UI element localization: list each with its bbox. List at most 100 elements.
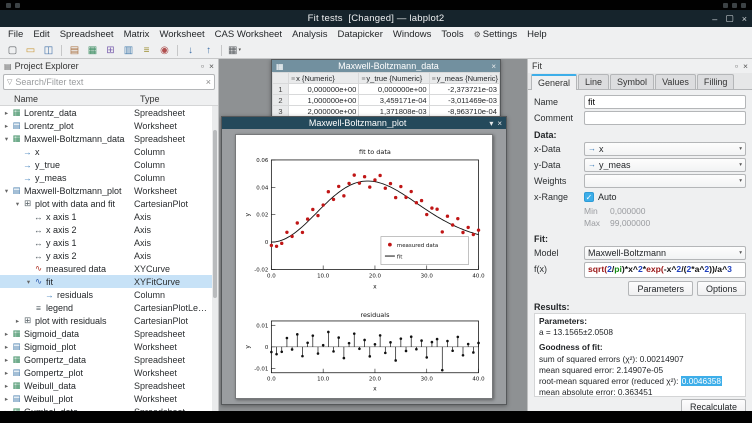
tree-row-lorentz-plot[interactable]: ▸▤Lorentz_plotWorksheet: [0, 119, 218, 132]
tree-row-maxwell-boltzmann-plot[interactable]: ▾▤Maxwell-Boltzmann_plotWorksheet: [0, 184, 218, 197]
menu-help[interactable]: Help: [522, 27, 552, 42]
sheet-cell[interactable]: 2,000000e+00: [289, 106, 359, 117]
new-worksheet-icon[interactable]: ▥: [120, 43, 137, 58]
tree-row-legend[interactable]: ≡legendCartesianPlotLegend: [0, 301, 218, 314]
tree-row-x[interactable]: →xColumn: [0, 145, 218, 158]
collapse-arrow-icon[interactable]: ▾: [2, 135, 11, 143]
sheet-column-header[interactable]: ≡x {Numeric}: [289, 73, 359, 84]
tree-row-weibull-plot[interactable]: ▸▤Weibull_plotWorksheet: [0, 392, 218, 405]
menu-matrix[interactable]: Matrix: [119, 27, 155, 42]
name-input[interactable]: [584, 95, 746, 109]
tree-row-maxwell-boltzmann-data[interactable]: ▾▦Maxwell-Boltzmann_dataSpreadsheet: [0, 132, 218, 145]
sheet-cell[interactable]: -2,373721e-03: [429, 84, 499, 95]
new-spreadsheet-icon[interactable]: ▦: [84, 43, 101, 58]
column-header-name[interactable]: Name: [0, 94, 140, 104]
collapse-arrow-icon[interactable]: ▾: [13, 200, 22, 208]
worksheet-page[interactable]: fit to data-0.0200.020.040.060.010.020.0…: [235, 134, 493, 399]
x-data-combo[interactable]: → x ▾: [584, 142, 746, 156]
expand-arrow-icon[interactable]: ▸: [2, 369, 11, 377]
tree-row-plot-with-residuals[interactable]: ▸⊞plot with residualsCartesianPlot: [0, 314, 218, 327]
tab-values[interactable]: Values: [655, 74, 696, 89]
spreadsheet-window-titlebar[interactable]: ▦ Maxwell-Boltzmann_data ×: [272, 60, 500, 72]
tree-row-residuals[interactable]: →residualsColumn: [0, 288, 218, 301]
export-icon[interactable]: ↑: [200, 43, 217, 58]
menu-edit[interactable]: Edit: [28, 27, 54, 42]
minimize-window-icon[interactable]: –: [712, 14, 717, 24]
menu-settings[interactable]: ⚙Settings: [469, 27, 523, 42]
residuals-plot[interactable]: residuals-0.0100.010.010.020.030.040.0xy: [241, 310, 487, 398]
clear-search-icon[interactable]: ×: [206, 77, 211, 87]
fit-panel-header[interactable]: Fit ▫ ×: [528, 59, 752, 73]
recalculate-button[interactable]: Recalculate: [681, 399, 746, 411]
close-window-icon[interactable]: ×: [497, 119, 502, 128]
expand-arrow-icon[interactable]: ▸: [2, 395, 11, 403]
sheet-cell[interactable]: 1,371808e-03: [359, 106, 429, 117]
sheet-column-header[interactable]: ≡y_meas {Numeric}: [429, 73, 499, 84]
new-datapicker-icon[interactable]: ◉: [156, 43, 173, 58]
new-project-icon[interactable]: ▢: [4, 43, 21, 58]
import-icon[interactable]: ↓: [182, 43, 199, 58]
restore-window-icon[interactable]: ▾: [489, 119, 493, 128]
expand-arrow-icon[interactable]: ▸: [2, 122, 11, 130]
float-panel-icon[interactable]: ▫: [735, 61, 738, 71]
fit-plot[interactable]: fit to data-0.0200.020.040.060.010.020.0…: [241, 145, 487, 300]
close-panel-icon[interactable]: ×: [209, 61, 214, 71]
sheet-cell[interactable]: 3,459171e-04: [359, 95, 429, 106]
auto-range-checkbox[interactable]: ✓: [584, 192, 594, 202]
expand-arrow-icon[interactable]: ▸: [2, 109, 11, 117]
tree-row-x-axis-2[interactable]: ↔x axis 2Axis: [0, 223, 218, 236]
collapse-arrow-icon[interactable]: ▾: [2, 187, 11, 195]
menu-spreadsheet[interactable]: Spreadsheet: [55, 27, 119, 42]
tree-row-weibull-data[interactable]: ▸▦Weibull_dataSpreadsheet: [0, 379, 218, 392]
expand-arrow-icon[interactable]: ▸: [2, 382, 11, 390]
column-header-type[interactable]: Type: [140, 94, 218, 104]
project-explorer-header[interactable]: ▤ Project Explorer ▫ ×: [0, 59, 218, 73]
tree-row-y-meas[interactable]: →y_measColumn: [0, 171, 218, 184]
menu-tools[interactable]: Tools: [436, 27, 468, 42]
tab-general[interactable]: General: [531, 74, 577, 90]
sheet-cell[interactable]: 0,000000e+00: [289, 84, 359, 95]
row-number[interactable]: 3: [273, 106, 289, 117]
expand-arrow-icon[interactable]: ▸: [2, 330, 11, 338]
new-workbook-icon[interactable]: ▤: [66, 43, 83, 58]
float-panel-icon[interactable]: ▫: [201, 61, 204, 71]
tree-row-sigmoid-data[interactable]: ▸▦Sigmoid_dataSpreadsheet: [0, 327, 218, 340]
close-window-icon[interactable]: ×: [742, 14, 747, 24]
maximize-window-icon[interactable]: ▢: [725, 13, 734, 24]
scrollbar-thumb[interactable]: [213, 130, 217, 298]
menu-windows[interactable]: Windows: [388, 27, 437, 42]
formula-display[interactable]: sqrt(2/pi)*x^2*exp(-x^2/(2*a^2))/a^3: [584, 262, 746, 278]
tree-row-gumbel-data[interactable]: ▸▦Gumbel_dataSpreadsheet: [0, 405, 218, 411]
options-button[interactable]: Options: [697, 281, 746, 296]
menu-worksheet[interactable]: Worksheet: [154, 27, 209, 42]
corner-header[interactable]: [273, 73, 289, 84]
tree-row-gompertz-data[interactable]: ▸▦Gompertz_dataSpreadsheet: [0, 353, 218, 366]
tree-row-x-axis-1[interactable]: ↔x axis 1Axis: [0, 210, 218, 223]
open-project-icon[interactable]: ▭: [22, 43, 39, 58]
weights-combo[interactable]: ▾: [584, 174, 746, 188]
row-number[interactable]: 1: [273, 84, 289, 95]
row-number[interactable]: 2: [273, 95, 289, 106]
worksheet-view[interactable]: fit to data-0.0200.020.040.060.010.020.0…: [222, 129, 506, 404]
sheet-cell[interactable]: 1,000000e+00: [289, 95, 359, 106]
y-data-combo[interactable]: → y_meas ▾: [584, 158, 746, 172]
save-project-icon[interactable]: ◫: [40, 43, 57, 58]
menu-analysis[interactable]: Analysis: [287, 27, 332, 42]
tree-row-fit[interactable]: ▾∿fitXYFitCurve: [0, 275, 218, 288]
close-panel-icon[interactable]: ×: [743, 61, 748, 71]
new-matrix-icon[interactable]: ⊞: [102, 43, 119, 58]
parameters-button[interactable]: Parameters: [628, 281, 693, 296]
expand-arrow-icon[interactable]: ▸: [2, 343, 11, 351]
collapse-arrow-icon[interactable]: ▾: [24, 278, 33, 286]
menu-file[interactable]: File: [3, 27, 28, 42]
tree-row-measured-data[interactable]: ∿measured dataXYCurve: [0, 262, 218, 275]
new-note-icon[interactable]: ≡: [138, 43, 155, 58]
tree-row-y-true[interactable]: →y_trueColumn: [0, 158, 218, 171]
filter-icon[interactable]: ▽: [7, 78, 12, 86]
tab-line[interactable]: Line: [578, 74, 609, 89]
tree-row-y-axis-2[interactable]: ↔y axis 2Axis: [0, 249, 218, 262]
sheet-column-header[interactable]: ≡y_true {Numeric}: [359, 73, 429, 84]
sheet-cell[interactable]: -3,011469e-03: [429, 95, 499, 106]
comment-input[interactable]: [584, 111, 746, 125]
vertical-scrollbar[interactable]: [212, 106, 218, 411]
